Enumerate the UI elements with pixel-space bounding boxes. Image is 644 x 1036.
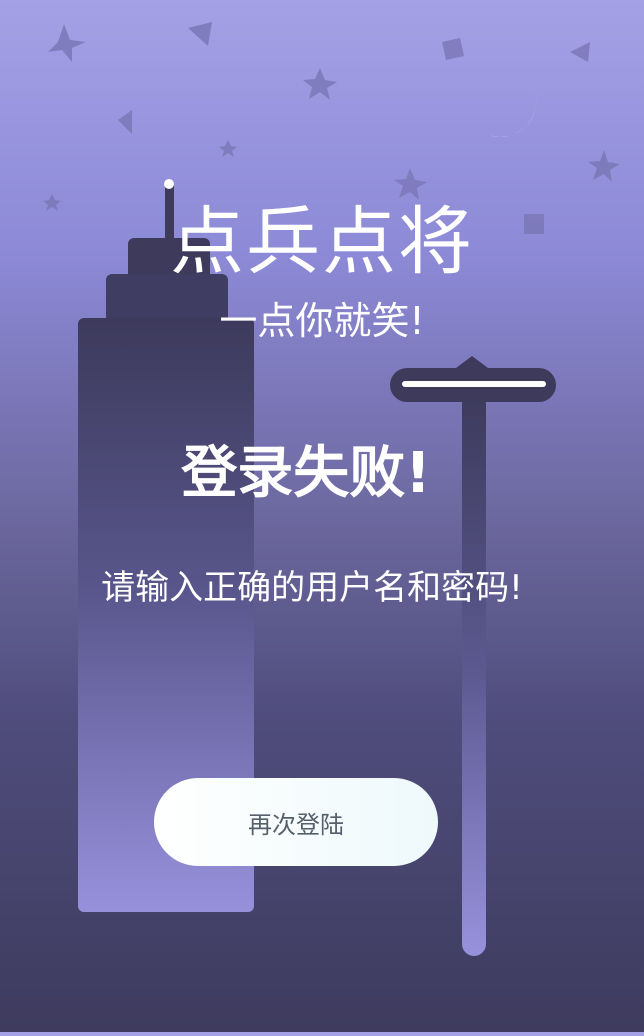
- error-detail: 请输入正确的用户名和密码!: [101, 568, 523, 608]
- retry-login-button[interactable]: 再次登陆: [154, 778, 438, 866]
- app-subtitle: 一点你就笑!: [219, 299, 425, 343]
- city-night-illustration: [43, 22, 620, 956]
- background-scene: [0, 0, 644, 1032]
- app-title: 点兵点将: [170, 199, 474, 285]
- error-heading: 登录失败!: [181, 441, 431, 506]
- moon-icon: [474, 74, 537, 137]
